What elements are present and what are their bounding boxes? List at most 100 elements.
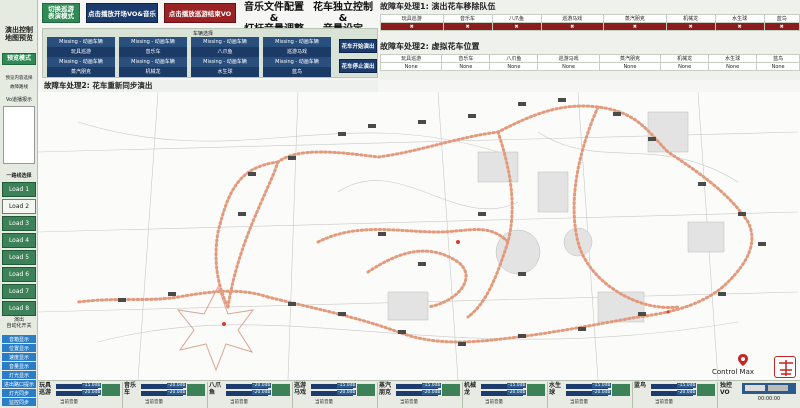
fault-remove-toggle-6[interactable]: ✖ <box>665 22 716 31</box>
volume-value-1: -15.0db <box>82 383 102 388</box>
load-button-1[interactable]: Load 1 <box>2 182 36 197</box>
fault-virtual-value-2[interactable]: None <box>441 62 491 71</box>
vo-control-label: 独控 VO <box>720 382 733 396</box>
car-status-3[interactable]: Missing - 动画车辆 <box>191 37 259 47</box>
volume-value-1: -15.0db <box>507 383 527 388</box>
fault-virtual-col-1: 玩具巡游 <box>379 54 443 63</box>
side-button-2[interactable]: 位置显示 <box>2 344 36 352</box>
vo-list[interactable] <box>3 106 35 164</box>
float-stop-button[interactable]: 花车停止演出 <box>339 59 377 73</box>
vo-progress[interactable] <box>742 383 796 394</box>
load-button-3[interactable]: Load 3 <box>2 216 36 231</box>
volume-mode-button[interactable] <box>272 384 290 396</box>
car-status-8[interactable]: Missing - 动画车辆 <box>263 57 331 67</box>
fault-remove-toggle-1[interactable]: ✖ <box>380 22 444 31</box>
side-button-7[interactable]: 灯光同步 <box>2 389 36 397</box>
volume-mode-button[interactable] <box>102 384 120 396</box>
side-button-6[interactable]: 进出路口提示 <box>2 380 36 388</box>
fault-virtual-col-2: 音乐车 <box>441 54 491 63</box>
fault-virtual-title: 故障车处理2: 虚拟花车位置 <box>380 42 480 51</box>
fault-remove-col-5: 蒸汽朋克 <box>603 14 667 23</box>
car-status-4[interactable]: Missing - 动画车辆 <box>263 37 331 47</box>
fault-remove-col-8: 蓝鸟 <box>763 14 800 23</box>
mode-switch-button[interactable]: 切换巡游 表演模式 <box>42 3 80 23</box>
current-volume-label: 当前音量 <box>315 400 333 405</box>
fault-virtual-value-3[interactable]: None <box>489 62 539 71</box>
load-button-8[interactable]: Load 8 <box>2 301 36 316</box>
load-button-6[interactable]: Load 6 <box>2 267 36 282</box>
fault-virtual-value-4[interactable]: None <box>537 62 600 71</box>
fault-virtual-col-8: 蓝鸟 <box>756 54 800 63</box>
volume-mode-button[interactable] <box>527 384 545 396</box>
car-name-2[interactable]: 音乐车 <box>119 47 187 57</box>
volume-value-1: -15.0db <box>592 383 612 388</box>
fault-virtual-value-5[interactable]: None <box>598 62 662 71</box>
volume-value-2: -20.0db <box>507 390 527 395</box>
load-button-5[interactable]: Load 5 <box>2 250 36 265</box>
side-button-1[interactable]: 音箱显示 <box>2 335 36 343</box>
load-list: Load 1 Load 2 Load 3 Load 4 Load 5 Load 6 Load… <box>0 180 38 318</box>
car-status-1[interactable]: Missing - 动画车辆 <box>47 37 115 47</box>
fault-remove-col-3: 八爪鱼 <box>491 14 542 23</box>
fault-virtual-value-1[interactable]: None <box>379 62 443 71</box>
volume-group-name: 蓝鸟 <box>634 382 647 389</box>
load-button-7[interactable]: Load 7 <box>2 284 36 299</box>
car-status-2[interactable]: Missing - 动画车辆 <box>119 37 187 47</box>
volume-mode-button[interactable] <box>697 384 715 396</box>
volume-group-name: 八爪鱼 <box>209 382 222 396</box>
map-view[interactable]: Control Max <box>38 92 800 380</box>
car-status-6[interactable]: Missing - 动画车辆 <box>119 57 187 67</box>
car-status-7[interactable]: Missing - 动画车辆 <box>191 57 259 67</box>
volume-group-4: 巡游马戏 -15.0db -20.0db 当前音量 <box>293 382 378 408</box>
fault-remove-toggle-4[interactable]: ✖ <box>540 22 605 31</box>
car-name-6[interactable]: 机械龙 <box>119 67 187 77</box>
volume-group-2: 音乐车 -20.0db -20.0db 当前音量 <box>123 382 208 408</box>
fault-remove-toggle-5[interactable]: ✖ <box>603 22 667 31</box>
fault-virtual-value-8[interactable]: None <box>756 62 800 71</box>
car-name-1[interactable]: 玩具巡游 <box>47 47 115 57</box>
fault-virtual-col-6: 机械龙 <box>660 54 710 63</box>
car-name-7[interactable]: 水生球 <box>191 67 259 77</box>
side-button-4[interactable]: 音量显示 <box>2 362 36 370</box>
fault-virtual-value-7[interactable]: None <box>708 62 758 71</box>
load-button-2[interactable]: Load 2 <box>2 199 36 214</box>
volume-mode-button[interactable] <box>187 384 205 396</box>
car-name-4[interactable]: 巡游马戏 <box>263 47 331 57</box>
fault-virtual-value-6[interactable]: None <box>660 62 710 71</box>
float-start-button[interactable]: 花车开始演出 <box>339 39 377 53</box>
map-svg <box>38 92 799 380</box>
volume-value-2: -20.0db <box>167 390 187 395</box>
volume-mode-button[interactable] <box>612 384 630 396</box>
side-button-8[interactable]: 监控同步 <box>2 398 36 406</box>
fault-remove-toggle-3[interactable]: ✖ <box>491 22 542 31</box>
volume-mode-button[interactable] <box>357 384 375 396</box>
volume-group-6: 机械龙 -15.0db -20.0db 当前音量 <box>463 382 548 408</box>
volume-group-1: 玩具巡游 -15.0db -20.0db 当前音量 <box>38 382 123 408</box>
side-button-3[interactable]: 速度显示 <box>2 353 36 361</box>
car-status-5[interactable]: Missing - 动画车辆 <box>47 57 115 67</box>
fault-route-label: 故障路线 <box>10 85 28 90</box>
side-button-5[interactable]: 灯光显示 <box>2 371 36 379</box>
car-name-3[interactable]: 八爪鱼 <box>191 47 259 57</box>
play-start-button[interactable]: 点击播放开场VO&音乐 <box>86 3 158 23</box>
fault-remove-toggle-2[interactable]: ✖ <box>442 22 493 31</box>
music-config-label[interactable]: 音乐文件配置& 灯杆音量调整 <box>240 2 308 35</box>
load-button-4[interactable]: Load 4 <box>2 233 36 248</box>
car-grid: Missing - 动画车辆 玩具巡游 Missing - 动画车辆 音乐车 Missi… <box>47 37 337 77</box>
fault-remove-toggle-8[interactable]: ✖ <box>763 22 800 31</box>
play-end-button[interactable]: 点击播放巡游结束VO <box>164 3 236 23</box>
volume-group-name: 音乐车 <box>124 382 137 396</box>
vo-play-button[interactable] <box>745 385 765 391</box>
volume-mode-button[interactable] <box>442 384 460 396</box>
volume-value-1: -15.0db <box>422 383 442 388</box>
vo-playback-label: Vo道播报示 <box>5 97 33 103</box>
car-name-8[interactable]: 蓝鸟 <box>263 67 331 77</box>
preview-mode-button[interactable]: 预览模式 <box>2 53 36 65</box>
fault-remove-toggle-7[interactable]: ✖ <box>714 22 765 31</box>
volume-group-name: 巡游马戏 <box>294 382 307 396</box>
car-name-5[interactable]: 蒸汽朋克 <box>47 67 115 77</box>
volume-group-3: 八爪鱼 -20.0db -20.0db 当前音量 <box>208 382 293 408</box>
float-control-label[interactable]: 花车独立控制& 音量设定 <box>310 2 376 35</box>
vo-stop-button[interactable] <box>768 385 788 391</box>
location-pin-icon <box>738 354 748 366</box>
